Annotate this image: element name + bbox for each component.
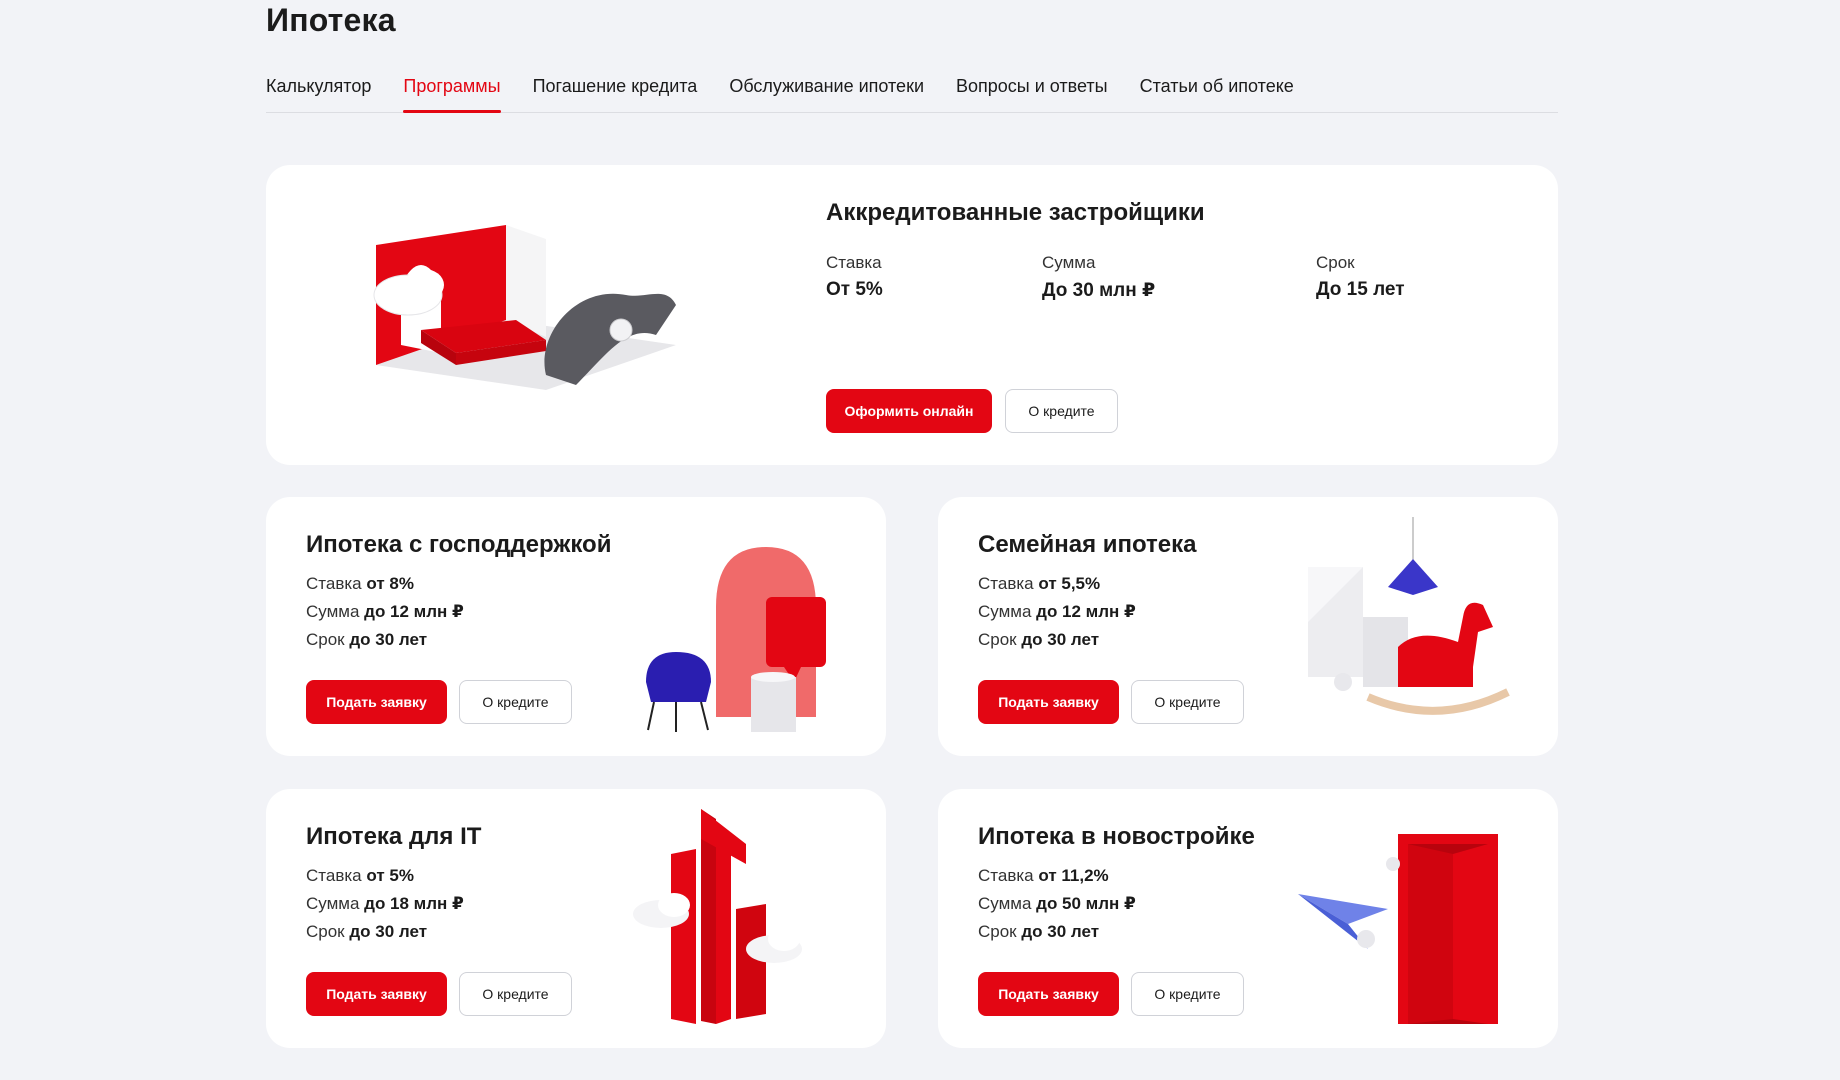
program-card-state-support: Ипотека с господдержкой Ставка от 8% Сум… [266,497,886,756]
tab-calculator[interactable]: Калькулятор [266,62,371,112]
bedroom-illustration [373,225,676,390]
program-rate: Ставка от 8% [306,574,414,594]
sum-label: Сумма [306,894,360,913]
rate-label: Ставка [306,574,362,593]
term-label: Срок [306,922,345,941]
program-sum: Сумма до 12 млн ₽ [306,602,464,622]
term-value: до 30 лет [349,922,428,941]
tab-faq[interactable]: Вопросы и ответы [956,62,1108,112]
open-door-illustration [1298,834,1498,1024]
program-title: Ипотека в новостройке [978,823,1255,850]
about-credit-button[interactable]: О кредите [1005,389,1118,433]
sum-label: Сумма [978,602,1032,621]
program-rate: Ставка от 11,2% [978,866,1109,886]
about-credit-button[interactable]: О кредите [459,972,572,1016]
sum-value: до 12 млн ₽ [364,602,464,621]
program-rate: Ставка от 5% [306,866,414,886]
sum-label: Сумма [978,894,1032,913]
apply-button[interactable]: Подать заявку [978,680,1119,724]
program-card-family: Семейная ипотека Ставка от 5,5% Сумма до… [938,497,1558,756]
program-sum: Сумма до 12 млн ₽ [978,602,1136,622]
mortgage-page: Ипотека Калькулятор Программы Погашение … [0,0,1840,1080]
apply-button[interactable]: Подать заявку [306,680,447,724]
tab-repayment[interactable]: Погашение кредита [533,62,698,112]
program-term: Срок до 30 лет [978,922,1099,942]
rate-value: от 5,5% [1038,574,1101,593]
term-value: До 15 лет [1316,279,1405,300]
hero-param-sum: Сумма До 30 млн ₽ [1042,253,1155,302]
sum-value: до 18 млн ₽ [364,894,464,913]
rate-value: от 11,2% [1038,866,1109,885]
sum-label: Сумма [1042,253,1096,272]
section-tabs: Калькулятор Программы Погашение кредита … [266,62,1558,113]
hero-param-rate: Ставка От 5% [826,253,883,301]
it-letters-illustration [633,809,802,1024]
rate-value: от 8% [366,574,414,593]
program-sum: Сумма до 18 млн ₽ [306,894,464,914]
apply-button[interactable]: Подать заявку [306,972,447,1016]
accredited-developers-card: Аккредитованные застройщики Ставка От 5%… [266,165,1558,465]
about-credit-button[interactable]: О кредите [1131,680,1244,724]
sum-value: до 12 млн ₽ [1036,602,1136,621]
hero-title: Аккредитованные застройщики [826,199,1205,226]
sum-value: До 30 млн ₽ [1042,280,1156,301]
program-rate: Ставка от 5,5% [978,574,1100,594]
term-label: Срок [1316,253,1355,272]
rate-value: От 5% [826,279,883,300]
program-title: Ипотека с господдержкой [306,531,612,558]
program-title: Семейная ипотека [978,531,1197,558]
about-credit-button[interactable]: О кредите [1131,972,1244,1016]
sum-label: Сумма [306,602,360,621]
program-card-new-building: Ипотека в новостройке Ставка от 11,2% Су… [938,789,1558,1048]
hero-param-term: Срок До 15 лет [1316,253,1405,301]
apply-online-button[interactable]: Оформить онлайн [826,389,992,433]
program-term: Срок до 30 лет [978,630,1099,650]
apply-button[interactable]: Подать заявку [978,972,1119,1016]
rocking-horse-illustration [1308,517,1510,715]
page-title: Ипотека [266,2,396,38]
tab-servicing[interactable]: Обслуживание ипотеки [729,62,924,112]
program-sum: Сумма до 50 млн ₽ [978,894,1136,914]
rate-label: Ставка [306,866,362,885]
program-card-it: Ипотека для IT Ставка от 5% Сумма до 18 … [266,789,886,1048]
rate-value: от 5% [366,866,414,885]
program-title: Ипотека для IT [306,823,482,850]
term-label: Срок [978,630,1017,649]
term-label: Срок [306,630,345,649]
program-term: Срок до 30 лет [306,630,427,650]
tab-programs[interactable]: Программы [403,62,501,113]
rate-label: Ставка [978,574,1034,593]
tab-articles[interactable]: Статьи об ипотеке [1140,62,1294,112]
rate-label: Ставка [826,253,882,272]
term-label: Срок [978,922,1017,941]
about-credit-button[interactable]: О кредите [459,680,572,724]
term-value: до 30 лет [349,630,428,649]
term-value: до 30 лет [1021,630,1100,649]
rate-label: Ставка [978,866,1034,885]
program-term: Срок до 30 лет [306,922,427,942]
armchair-arch-illustration [646,547,826,732]
sum-value: до 50 млн ₽ [1036,894,1136,913]
term-value: до 30 лет [1021,922,1100,941]
